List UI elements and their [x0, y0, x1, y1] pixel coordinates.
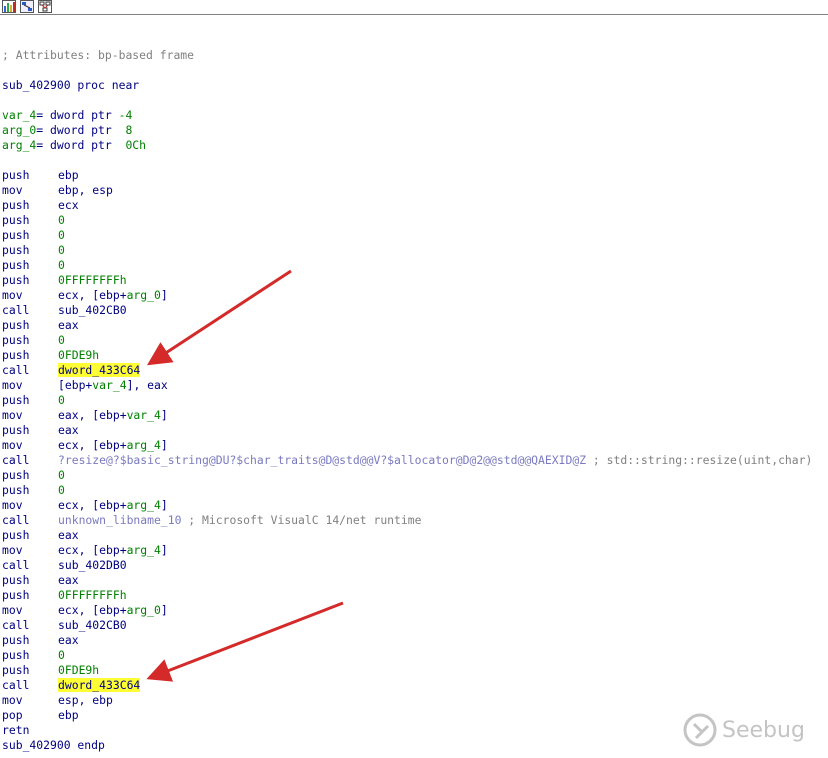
watermark-text: Seebug: [722, 717, 805, 743]
seebug-logo-icon: [683, 713, 717, 747]
arrow-to-second-call: [146, 601, 344, 682]
arrow-to-first-call: [146, 269, 292, 366]
annotation-arrows: [146, 269, 344, 682]
watermark: Seebug: [682, 710, 805, 750]
